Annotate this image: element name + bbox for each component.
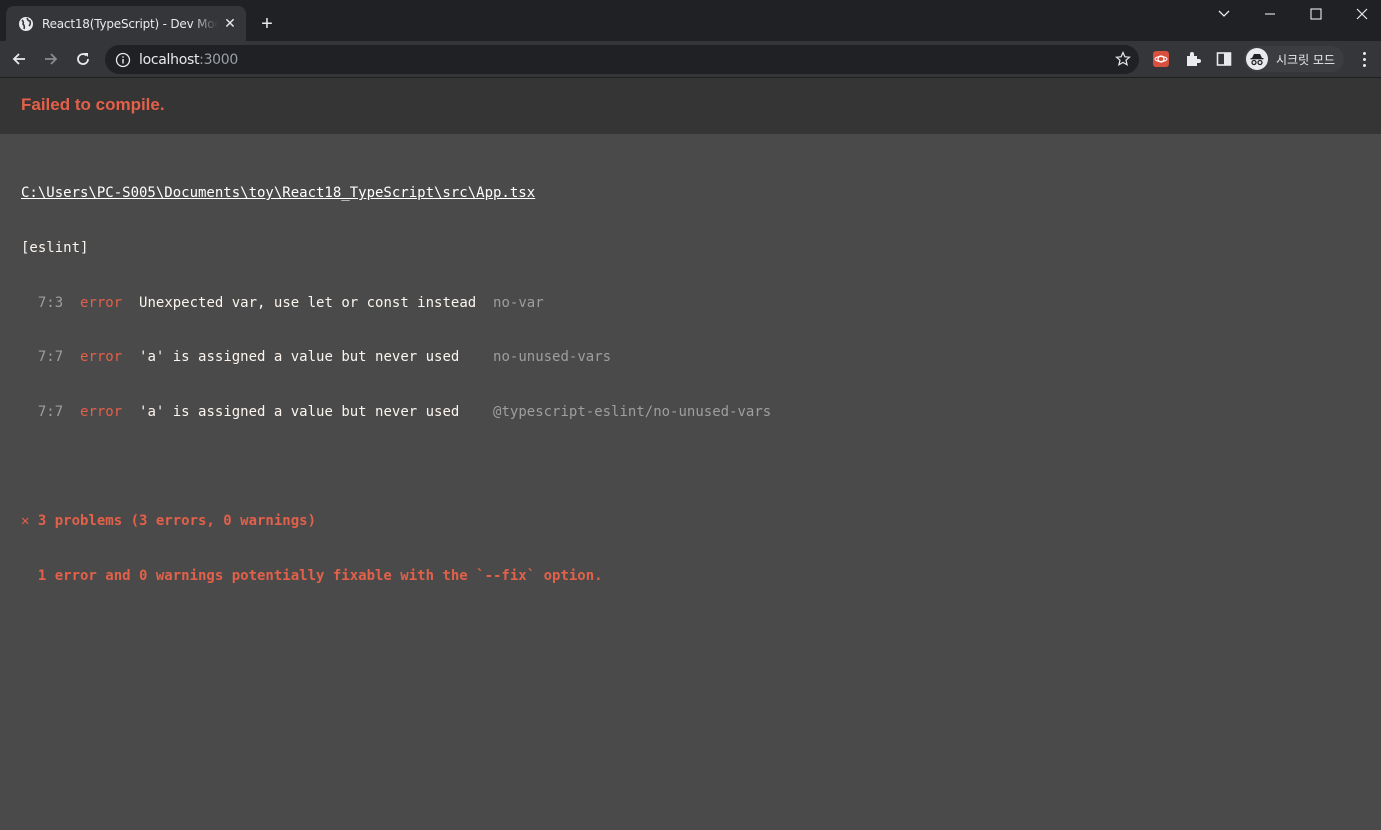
problem-row: 7:7 error 'a' is assigned a value but ne… <box>21 403 771 421</box>
tab-close-icon[interactable]: ✕ <box>222 15 238 32</box>
incognito-icon <box>1246 48 1268 70</box>
overlay-title: Failed to compile. <box>21 95 165 114</box>
browser-tab-active[interactable]: React18(TypeScript) - Dev Mode ✕ <box>6 6 246 41</box>
problem-message: 'a' is assigned a value but never used <box>139 349 460 366</box>
tab-search-chevron-icon[interactable] <box>1201 0 1247 28</box>
bookmark-star-icon[interactable] <box>1115 51 1131 67</box>
globe-icon <box>18 16 34 32</box>
problem-position: 7:7 <box>37 403 64 420</box>
problem-rule: no-unused-vars <box>493 349 612 366</box>
new-tab-button[interactable]: + <box>255 12 279 36</box>
extensions-puzzle-icon[interactable] <box>1183 49 1203 69</box>
close-window-icon[interactable] <box>1339 0 1381 28</box>
browser-toolbar: localhost:3000 시크릿 모드 <box>0 41 1381 78</box>
forward-arrow-icon[interactable] <box>37 45 65 73</box>
minimize-icon[interactable] <box>1247 0 1293 28</box>
more-menu-icon[interactable] <box>1354 49 1374 69</box>
incognito-label: 시크릿 모드 <box>1276 52 1336 67</box>
problem-level: error <box>80 403 123 420</box>
problem-summary: ✕ 3 problems (3 errors, 0 warnings) <box>21 512 317 529</box>
url-port: :3000 <box>199 51 239 68</box>
problem-message: 'a' is assigned a value but never used <box>139 403 460 420</box>
fixable-note: 1 error and 0 warnings potentially fixab… <box>21 567 603 584</box>
error-file-path[interactable]: C:\Users\PC-S005\Documents\toy\React18_T… <box>21 185 535 201</box>
tab-title: React18(TypeScript) - Dev Mode <box>42 16 218 31</box>
site-info-icon[interactable] <box>115 52 131 68</box>
problem-message: Unexpected var, use let or const instead <box>139 294 477 311</box>
problem-position: 7:3 <box>37 294 64 311</box>
extension-react-devtools-icon[interactable] <box>1151 49 1171 69</box>
problem-rule: no-var <box>493 294 544 311</box>
tab-strip: React18(TypeScript) - Dev Mode ✕ + <box>0 0 1381 41</box>
url-host: localhost <box>139 51 200 68</box>
problem-position: 7:7 <box>37 349 64 366</box>
problem-rule: @typescript-eslint/no-unused-vars <box>493 403 772 420</box>
back-arrow-icon[interactable] <box>5 45 33 73</box>
problem-level: error <box>80 349 123 366</box>
problem-row: 7:7 error 'a' is assigned a value but ne… <box>21 348 771 366</box>
maximize-icon[interactable] <box>1293 0 1339 28</box>
overlay-header: Failed to compile. <box>0 78 1381 134</box>
problem-row: 7:3 error Unexpected var, use let or con… <box>21 294 771 312</box>
incognito-profile-button[interactable]: 시크릿 모드 <box>1244 46 1344 72</box>
address-bar[interactable]: localhost:3000 <box>105 45 1139 74</box>
address-url[interactable]: localhost:3000 <box>139 52 238 68</box>
reload-icon[interactable] <box>69 45 97 73</box>
error-output: C:\Users\PC-S005\Documents\toy\React18_T… <box>21 148 771 621</box>
lint-tool-label: [eslint] <box>21 240 89 256</box>
error-overlay: Failed to compile. C:\Users\PC-S005\Docu… <box>0 78 1381 830</box>
side-panel-icon[interactable] <box>1214 49 1234 69</box>
problem-level: error <box>80 294 123 311</box>
